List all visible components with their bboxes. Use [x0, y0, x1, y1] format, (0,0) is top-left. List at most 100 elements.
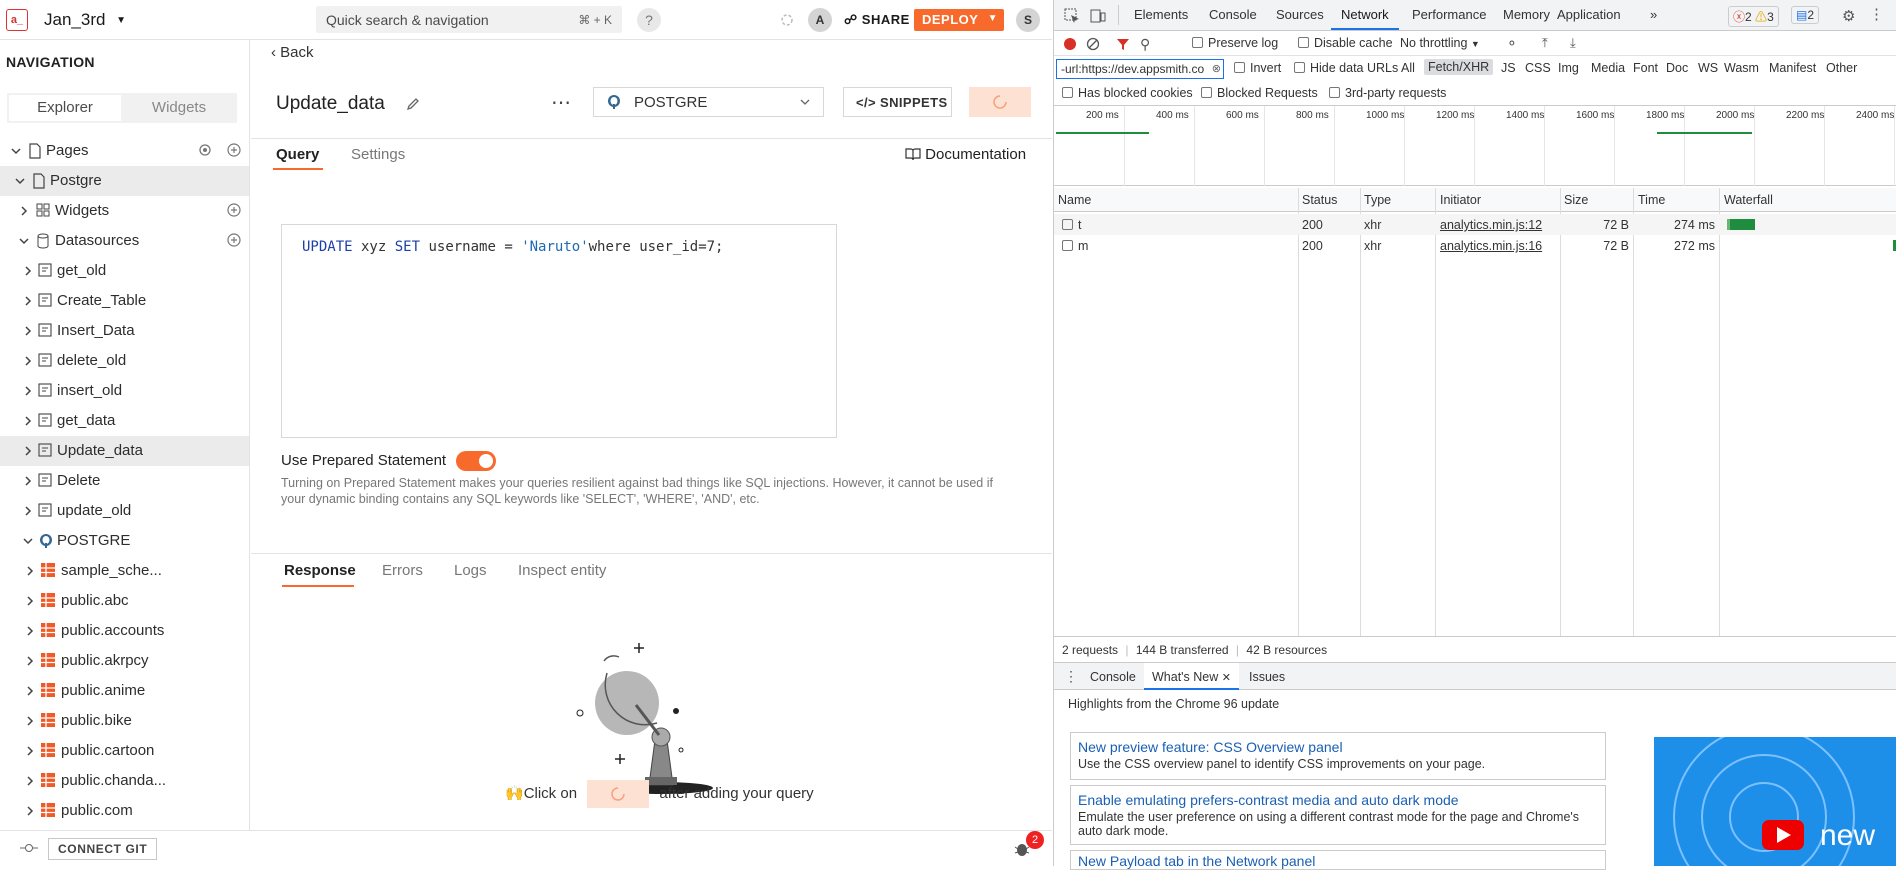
search-input[interactable]: Quick search & navigation ⌘ + K — [316, 6, 622, 33]
request-checkbox[interactable] — [1062, 240, 1073, 251]
network-overview-timeline[interactable]: 200 ms 400 ms 600 ms 800 ms 1000 ms 1200 ms 14… — [1054, 106, 1896, 186]
filter-type-wasm[interactable]: Wasm — [1724, 61, 1759, 75]
settings-gear-icon[interactable]: ⚙ — [1842, 7, 1855, 25]
whats-new-card[interactable]: New preview feature: CSS Overview panel … — [1070, 732, 1606, 780]
tab-errors[interactable]: Errors — [382, 562, 423, 579]
request-checkbox[interactable] — [1062, 219, 1073, 230]
filter-input[interactable]: -url:https://dev.appsmith.co ⊗ — [1056, 59, 1224, 79]
import-har-icon[interactable]: ⤒ — [1542, 35, 1548, 51]
table-item[interactable]: public.bike — [0, 706, 249, 736]
more-tabs-icon[interactable]: » — [1650, 7, 1657, 22]
drawer-tab-whats-new[interactable]: What's New ✕ — [1144, 663, 1239, 690]
issues-badge[interactable]: ▤2 — [1791, 6, 1820, 24]
console-counts-badge[interactable]: ⓧ2 ⚠3 — [1728, 6, 1779, 27]
preserve-log-checkbox[interactable]: Preserve log — [1192, 36, 1278, 50]
filter-type-media[interactable]: Media — [1591, 61, 1625, 75]
devtools-tab-elements[interactable]: Elements — [1134, 7, 1188, 22]
request-initiator[interactable]: analytics.min.js:16 — [1440, 239, 1542, 253]
chevron-right-icon[interactable] — [22, 445, 34, 457]
clear-icon[interactable] — [1086, 37, 1100, 51]
query-item[interactable]: Insert_Data — [0, 316, 249, 346]
chevron-right-icon[interactable] — [22, 475, 34, 487]
filter-type-js[interactable]: JS — [1501, 61, 1516, 75]
table-item[interactable]: public.abc — [0, 586, 249, 616]
deploy-button[interactable]: DEPLOY ▼ — [914, 9, 1004, 31]
query-item[interactable]: delete_old — [0, 346, 249, 376]
devtools-tab-memory[interactable]: Memory — [1503, 7, 1550, 22]
datasource-postgre[interactable]: POSTGRE — [0, 526, 249, 556]
chevron-right-icon[interactable] — [24, 625, 36, 637]
hide-data-urls-checkbox[interactable]: Hide data URLs — [1294, 61, 1398, 75]
filter-type-img[interactable]: Img — [1558, 61, 1579, 75]
chevron-right-icon[interactable] — [24, 715, 36, 727]
more-options-icon[interactable]: ⋯ — [551, 90, 572, 115]
tab-settings[interactable]: Settings — [351, 146, 405, 163]
disable-cache-checkbox[interactable]: Disable cache — [1298, 36, 1393, 50]
clear-filter-icon[interactable]: ⊗ — [1212, 62, 1221, 75]
share-button[interactable]: ☍ SHARE — [844, 12, 910, 28]
column-header-status[interactable]: Status — [1302, 193, 1337, 207]
filter-type-ws[interactable]: WS — [1698, 61, 1718, 75]
sql-editor[interactable]: UPDATE xyz SET username = 'Naruto'where … — [281, 224, 837, 438]
third-party-checkbox[interactable]: 3rd-party requests — [1329, 86, 1446, 100]
chevron-right-icon[interactable] — [24, 595, 36, 607]
drawer-menu-icon[interactable]: ⋮ — [1064, 668, 1078, 685]
filter-type-manifest[interactable]: Manifest — [1769, 61, 1816, 75]
chevron-right-icon[interactable] — [22, 415, 34, 427]
connect-git-button[interactable]: CONNECT GIT — [48, 838, 158, 860]
app-name-dropdown[interactable]: Jan_3rd ▼ — [44, 10, 126, 30]
tab-inspect-entity[interactable]: Inspect entity — [518, 562, 606, 579]
prepared-statement-toggle[interactable] — [456, 451, 496, 471]
filter-type-all[interactable]: All — [1401, 61, 1415, 75]
devtools-tab-console[interactable]: Console — [1209, 7, 1257, 22]
chevron-down-icon[interactable] — [18, 235, 30, 247]
filter-type-css[interactable]: CSS — [1525, 61, 1551, 75]
whats-new-card[interactable]: Enable emulating prefers-contrast media … — [1070, 785, 1606, 845]
request-row[interactable]: t 200 xhr analytics.min.js:12 72 B 274 ms — [1054, 214, 1896, 235]
chevron-right-icon[interactable] — [22, 265, 34, 277]
chevron-down-icon[interactable] — [14, 175, 26, 187]
query-item[interactable]: Create_Table — [0, 286, 249, 316]
chevron-right-icon[interactable] — [22, 385, 34, 397]
whats-new-video-thumbnail[interactable]: new — [1654, 737, 1896, 866]
help-button[interactable]: ? — [637, 8, 661, 32]
invert-checkbox[interactable]: Invert — [1234, 61, 1281, 75]
blocked-requests-checkbox[interactable]: Blocked Requests — [1201, 86, 1318, 100]
table-item[interactable]: public.akrpcy — [0, 646, 249, 676]
query-item[interactable]: Update_data — [0, 436, 249, 466]
card-title[interactable]: New Payload tab in the Network panel — [1078, 853, 1598, 869]
column-header-name[interactable]: Name — [1058, 193, 1091, 207]
table-item[interactable]: public.anime — [0, 676, 249, 706]
devtools-tab-application[interactable]: Application — [1557, 7, 1621, 22]
column-header-time[interactable]: Time — [1638, 193, 1665, 207]
chevron-right-icon[interactable] — [22, 355, 34, 367]
query-item[interactable]: get_old — [0, 256, 249, 286]
add-datasource-icon[interactable] — [227, 233, 241, 247]
request-row[interactable]: m 200 xhr analytics.min.js:16 72 B 272 ms — [1054, 235, 1896, 256]
datasource-select[interactable]: POSTGRE — [593, 87, 824, 117]
blocked-cookies-checkbox[interactable]: Has blocked cookies — [1062, 86, 1193, 100]
chevron-down-icon[interactable] — [10, 145, 22, 157]
datasources-group[interactable]: Datasources — [0, 226, 249, 256]
column-header-initiator[interactable]: Initiator — [1440, 193, 1481, 207]
query-name[interactable]: Update_data — [276, 93, 385, 115]
column-header-size[interactable]: Size — [1564, 193, 1588, 207]
chevron-right-icon[interactable] — [24, 565, 36, 577]
card-title[interactable]: New preview feature: CSS Overview panel — [1078, 739, 1598, 755]
chevron-right-icon[interactable] — [22, 295, 34, 307]
kebab-menu-icon[interactable]: ⋮ — [1869, 5, 1884, 23]
drawer-tab-console[interactable]: Console — [1090, 670, 1136, 684]
filter-icon[interactable] — [1116, 37, 1130, 51]
snippets-button[interactable]: </> SNIPPETS — [843, 87, 952, 117]
filter-type-doc[interactable]: Doc — [1666, 61, 1688, 75]
chevron-right-icon[interactable] — [24, 655, 36, 667]
inspect-element-icon[interactable] — [1064, 8, 1080, 24]
table-item[interactable]: public.cartoon — [0, 736, 249, 766]
tab-logs[interactable]: Logs — [454, 562, 487, 579]
whats-new-card[interactable]: New Payload tab in the Network panel — [1070, 850, 1606, 870]
tab-explorer[interactable]: Explorer — [9, 95, 121, 121]
table-item[interactable]: public.accounts — [0, 616, 249, 646]
close-icon[interactable]: ✕ — [1222, 672, 1231, 684]
chevron-right-icon[interactable] — [24, 805, 36, 817]
device-toolbar-icon[interactable] — [1090, 8, 1106, 24]
